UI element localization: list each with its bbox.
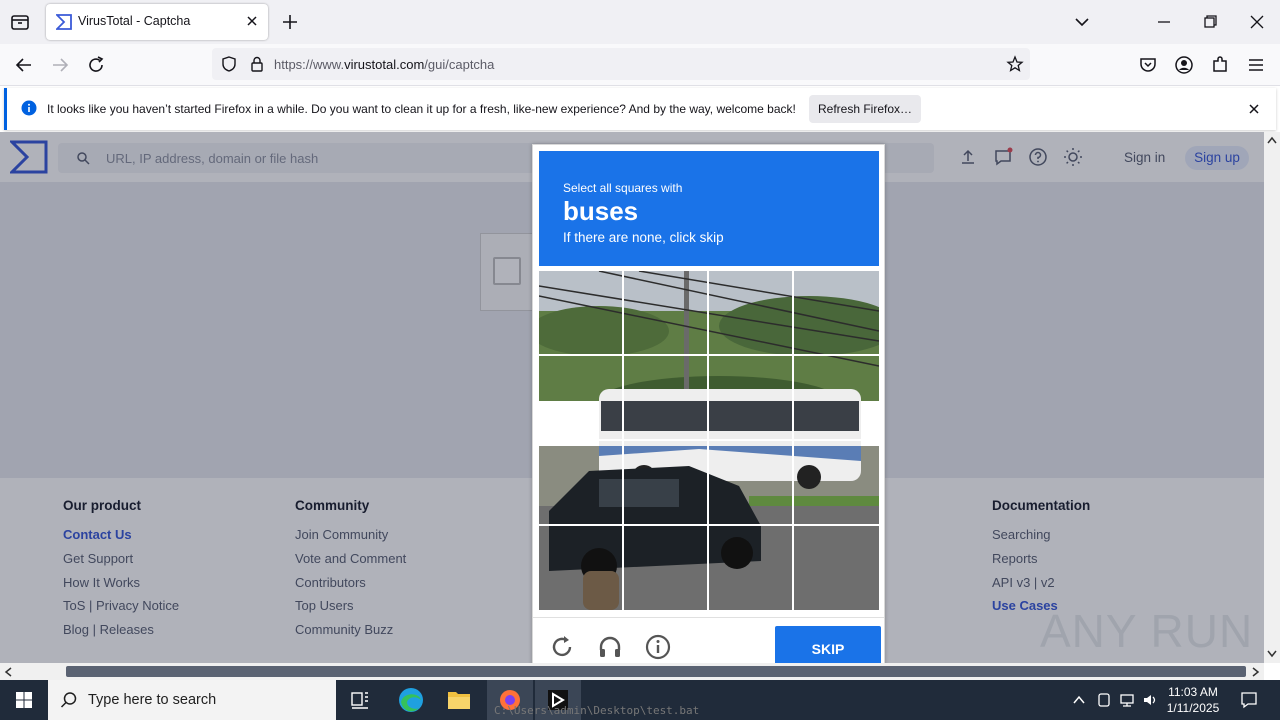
captcha-target: buses	[563, 196, 639, 226]
windows-start-icon[interactable]	[0, 680, 48, 720]
info-help-icon[interactable]	[645, 634, 671, 660]
notification-message: It looks like you haven’t started Firefo…	[47, 102, 796, 116]
scrollbar-thumb[interactable]	[66, 666, 1246, 677]
tab-close-icon[interactable]	[244, 13, 260, 29]
volume-icon[interactable]	[1142, 692, 1158, 708]
captcha-image-grid	[539, 271, 879, 610]
refresh-firefox-button[interactable]: Refresh Firefox…	[809, 95, 921, 123]
tracking-shield-icon[interactable]	[220, 55, 238, 73]
clock-date: 1/11/2025	[1166, 701, 1220, 715]
clock-time: 11:03 AM	[1168, 685, 1218, 699]
search-icon	[60, 692, 77, 708]
tab-bar: VirusTotal - Captcha	[0, 0, 1280, 44]
captcha-tile[interactable]	[709, 356, 792, 439]
info-icon	[21, 100, 37, 116]
captcha-tile[interactable]	[709, 441, 792, 524]
scroll-left-icon[interactable]	[4, 667, 12, 677]
tray-device-icon[interactable]	[1096, 692, 1112, 708]
tab-virustotal[interactable]: VirusTotal - Captcha	[46, 4, 268, 40]
captcha-tile[interactable]	[709, 526, 792, 609]
forward-icon[interactable]	[48, 53, 72, 77]
bookmark-star-icon[interactable]	[1006, 55, 1024, 73]
captcha-instructions: Select all squares with buses If there a…	[539, 151, 879, 266]
edge-icon[interactable]	[391, 684, 431, 716]
taskbar-search-input[interactable]: Type here to search	[48, 680, 336, 720]
url-text: https://www.virustotal.com/gui/captcha	[274, 57, 495, 72]
notification-close-icon[interactable]	[1246, 101, 1262, 117]
navigation-bar: https://www.virustotal.com/gui/captcha	[0, 44, 1280, 86]
list-all-tabs-icon[interactable]	[1070, 10, 1094, 34]
lock-icon[interactable]	[248, 55, 266, 73]
anyrun-watermark: ANY RUN	[1040, 605, 1254, 657]
captcha-tile[interactable]	[709, 271, 792, 354]
windows-taskbar: Type here to search C:\Users\admin\Deskt…	[0, 680, 1280, 720]
captcha-tile[interactable]	[539, 271, 622, 354]
notifications-icon[interactable]	[1240, 691, 1258, 709]
reload-challenge-icon[interactable]	[549, 634, 575, 660]
tray-overflow-icon[interactable]	[1071, 692, 1087, 708]
pocket-icon[interactable]	[1136, 53, 1160, 77]
taskbar-search-placeholder: Type here to search	[88, 692, 217, 708]
captcha-tile[interactable]	[539, 441, 622, 524]
file-explorer-icon[interactable]	[439, 684, 479, 716]
background-console-text: C:\Users\admin\Desktop\test.bat	[494, 704, 700, 717]
account-icon[interactable]	[1172, 53, 1196, 77]
menu-icon[interactable]	[1244, 53, 1268, 77]
minimize-icon[interactable]	[1152, 10, 1176, 34]
system-clock[interactable]: 11:03 AM 1/11/2025	[1160, 684, 1226, 716]
captcha-tile[interactable]	[624, 356, 707, 439]
captcha-tile[interactable]	[624, 271, 707, 354]
virustotal-favicon-icon	[56, 14, 72, 30]
new-tab-icon[interactable]	[280, 12, 300, 32]
back-icon[interactable]	[12, 53, 36, 77]
audio-challenge-icon[interactable]	[597, 634, 623, 660]
captcha-instruction-line: Select all squares with	[563, 181, 683, 195]
captcha-skip-hint: If there are none, click skip	[563, 230, 724, 245]
captcha-tile[interactable]	[539, 526, 622, 609]
close-window-icon[interactable]	[1245, 10, 1269, 34]
captcha-tile[interactable]	[539, 356, 622, 439]
network-icon[interactable]	[1119, 692, 1135, 708]
vertical-scrollbar[interactable]	[1264, 132, 1280, 663]
tab-title: VirusTotal - Captcha	[78, 14, 191, 28]
captcha-tile[interactable]	[794, 526, 877, 609]
tab-list-icon[interactable]	[8, 10, 32, 34]
notification-bar: It looks like you haven’t started Firefo…	[4, 88, 1276, 130]
extensions-icon[interactable]	[1208, 53, 1232, 77]
horizontal-scrollbar[interactable]	[0, 663, 1264, 680]
captcha-tile[interactable]	[624, 441, 707, 524]
captcha-tile[interactable]	[794, 356, 877, 439]
restore-icon[interactable]	[1198, 10, 1222, 34]
captcha-tile[interactable]	[794, 271, 877, 354]
captcha-challenge: Select all squares with buses If there a…	[532, 144, 885, 672]
task-view-icon[interactable]	[340, 684, 380, 716]
address-bar[interactable]: https://www.virustotal.com/gui/captcha	[212, 48, 1030, 80]
scroll-down-icon[interactable]	[1267, 650, 1277, 658]
reload-icon[interactable]	[84, 53, 108, 77]
captcha-tile[interactable]	[624, 526, 707, 609]
scroll-up-icon[interactable]	[1267, 136, 1277, 144]
scroll-right-icon[interactable]	[1252, 667, 1260, 677]
captcha-tile[interactable]	[794, 441, 877, 524]
